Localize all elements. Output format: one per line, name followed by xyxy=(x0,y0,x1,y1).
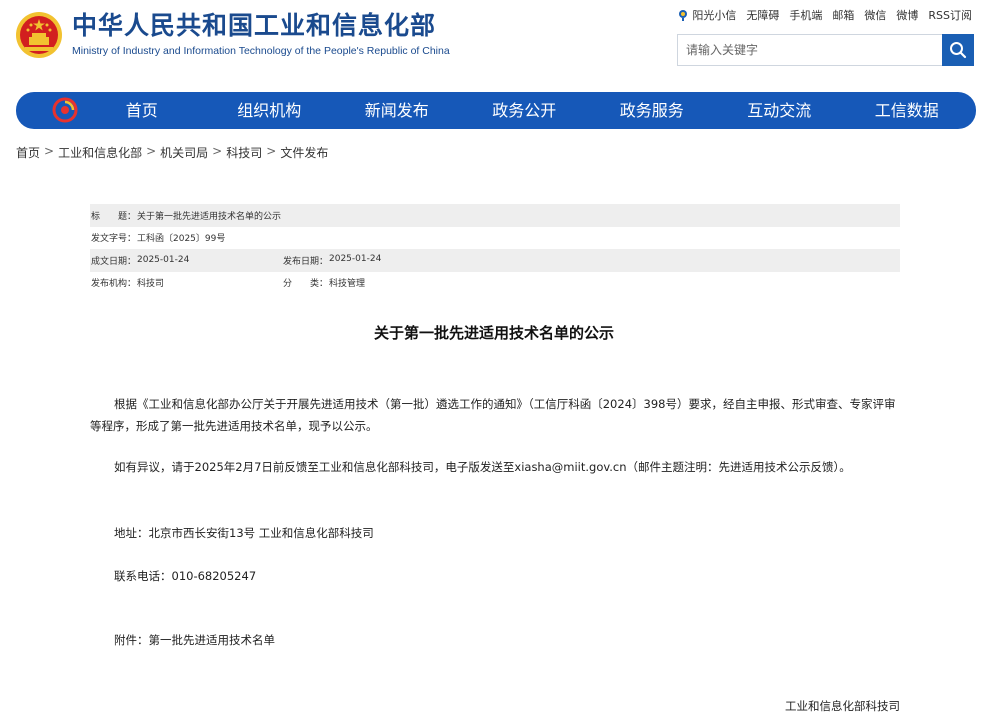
meta-category-label: 分 类： xyxy=(283,279,329,290)
meta-org-label: 发布机构： xyxy=(91,279,137,290)
meta-published: 发布日期： 2025-01-24 xyxy=(282,254,381,267)
miit-logo-icon xyxy=(52,97,78,123)
meta-published-label: 发布日期： xyxy=(283,256,329,267)
meta-category-value: 科技管理 xyxy=(329,279,366,290)
search-input[interactable] xyxy=(678,35,942,65)
toplink-mobile[interactable]: 手机端 xyxy=(789,7,822,23)
breadcrumb-ministry[interactable]: 工业和信息化部 xyxy=(58,144,142,161)
nav-organization[interactable]: 组织机构 xyxy=(206,92,334,129)
meta-docno-label: 发文字号： xyxy=(91,234,137,245)
breadcrumb-documents[interactable]: 文件发布 xyxy=(280,144,328,161)
sunshine-mascot-icon xyxy=(679,10,688,21)
meta-row-org: 发布机构： 科技司 分 类： 科技管理 xyxy=(90,272,900,295)
meta-published-value: 2025-01-24 xyxy=(329,253,382,264)
breadcrumb-home[interactable]: 首页 xyxy=(16,144,40,161)
meta-docno-value: 工科函〔2025〕99号 xyxy=(137,234,226,245)
meta-title-value: 关于第一批先进适用技术名单的公示 xyxy=(137,211,282,222)
meta-title-label: 标 题： xyxy=(91,211,137,222)
attachment-link[interactable]: 附件：第一批先进适用技术名单 xyxy=(90,629,902,651)
nav-interaction[interactable]: 互动交流 xyxy=(716,92,844,129)
toplink-weibo[interactable]: 微博 xyxy=(896,7,918,23)
nav-government-affairs[interactable]: 政务公开 xyxy=(461,92,589,129)
document-meta-table: 标 题： 关于第一批先进适用技术名单的公示 发文字号： 工科函〔2025〕99号… xyxy=(90,204,900,294)
toplink-mail[interactable]: 邮箱 xyxy=(832,7,854,23)
breadcrumb-separator: > xyxy=(266,144,277,158)
nav-services[interactable]: 政务服务 xyxy=(588,92,716,129)
meta-created-value: 2025-01-24 xyxy=(137,255,190,266)
search-button[interactable] xyxy=(942,34,974,66)
toplink-rss[interactable]: RSS订阅 xyxy=(928,7,972,23)
nav-home[interactable]: 首页 xyxy=(78,92,206,129)
breadcrumb-separator: > xyxy=(212,144,223,158)
article-title: 关于第一批先进适用技术名单的公示 xyxy=(373,324,614,342)
meta-row-title: 标 题： 关于第一批先进适用技术名单的公示 xyxy=(90,204,900,227)
nav-items: 首页 组织机构 新闻发布 政务公开 政务服务 互动交流 工信数据 xyxy=(78,92,976,129)
toplink-accessibility[interactable]: 无障碍 xyxy=(746,7,779,23)
site-title-cn[interactable]: 中华人民共和国工业和信息化部 xyxy=(72,10,436,42)
search-icon xyxy=(950,42,967,59)
article-paragraph: 如有异议，请于2025年2月7日前反馈至工业和信息化部科技司，电子版发送至xia… xyxy=(114,460,851,474)
main-nav: 首页 组织机构 新闻发布 政务公开 政务服务 互动交流 工信数据 xyxy=(16,92,976,129)
breadcrumb-separator: > xyxy=(44,144,55,158)
toplink-label: 阳光小信 xyxy=(692,9,737,22)
meta-category: 分 类： 科技管理 xyxy=(282,276,365,289)
top-links: 阳光小信 无障碍 手机端 邮箱 微信 微博 RSS订阅 xyxy=(677,7,972,23)
article-signature: 工业和信息化部科技司 xyxy=(785,699,900,713)
meta-row-dates: 成文日期： 2025-01-24 发布日期： 2025-01-24 xyxy=(90,249,900,272)
breadcrumb: 首页 > 工业和信息化部 > 机关司局 > 科技司 > 文件发布 xyxy=(16,144,328,161)
contact-address: 地址：北京市西长安街13号 工业和信息化部科技司 xyxy=(114,526,374,540)
article-paragraph: 根据《工业和信息化部办公厅关于开展先进适用技术（第一批）遴选工作的通知》（工信厅… xyxy=(90,397,896,433)
site-title-en: Ministry of Industry and Information Tec… xyxy=(72,45,450,57)
contact-phone: 联系电话：010-68205247 xyxy=(114,569,257,583)
breadcrumb-departments[interactable]: 机关司局 xyxy=(160,144,208,161)
toplink-sunshine[interactable]: 阳光小信 xyxy=(677,7,736,23)
toplink-wechat[interactable]: 微信 xyxy=(864,7,886,23)
meta-org-value: 科技司 xyxy=(137,279,165,290)
national-emblem-icon xyxy=(16,12,62,58)
search-box xyxy=(677,34,974,66)
meta-row-docno: 发文字号： 工科函〔2025〕99号 xyxy=(90,227,900,250)
nav-news[interactable]: 新闻发布 xyxy=(333,92,461,129)
breadcrumb-separator: > xyxy=(146,144,157,158)
breadcrumb-tech-dept[interactable]: 科技司 xyxy=(226,144,262,161)
nav-data[interactable]: 工信数据 xyxy=(843,92,971,129)
site-header: 中华人民共和国工业和信息化部 Ministry of Industry and … xyxy=(0,0,988,92)
meta-created-label: 成文日期： xyxy=(91,256,137,267)
